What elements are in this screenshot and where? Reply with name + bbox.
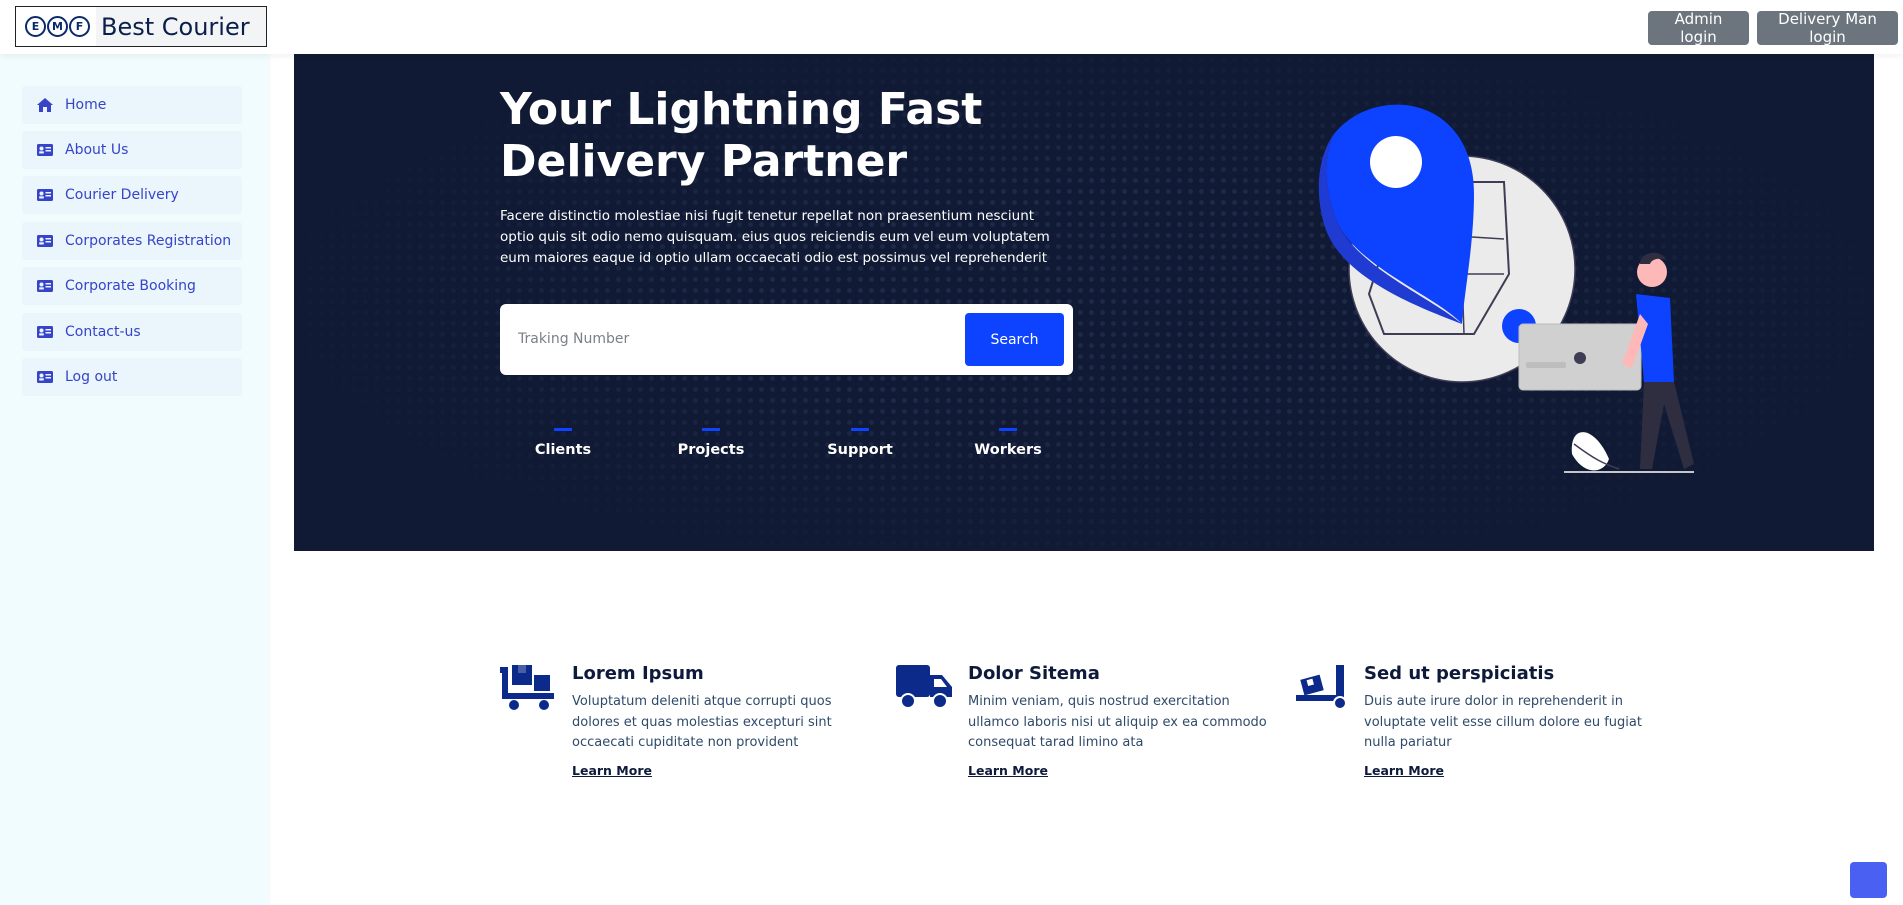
feature-body: Dolor Sitema Minim veniam, quis nostrud …: [968, 663, 1278, 779]
feature-title: Dolor Sitema: [968, 663, 1100, 684]
id-card-icon: [36, 143, 54, 157]
sidebar-item-label: Corporate Booking: [65, 278, 196, 294]
sidebar-item-label: About Us: [65, 142, 129, 158]
sidebar-item-corporates-registration[interactable]: Corporates Registration: [22, 222, 242, 260]
stat-accent-bar: [554, 428, 572, 431]
sidebar-item-label: Home: [65, 97, 107, 113]
hero-title: Your Lightning Fast Delivery Partner: [500, 84, 983, 187]
package-label: [1526, 362, 1566, 368]
sidebar-item-label: Courier Delivery: [65, 187, 179, 203]
sidebar-item-about-us[interactable]: About Us: [22, 131, 242, 169]
sidebar-item-home[interactable]: Home: [22, 86, 242, 124]
stat-accent-bar: [851, 428, 869, 431]
scroll-to-top-button[interactable]: [1850, 862, 1887, 898]
hero-description: Facere distinctio molestiae nisi fugit t…: [500, 208, 1050, 266]
stat-label: Workers: [974, 442, 1042, 458]
delivery-illustration: [1318, 104, 1694, 473]
id-card-icon: [36, 279, 54, 293]
sidebar-item-label: Contact-us: [65, 324, 141, 340]
cart-boxes-icon: [500, 665, 554, 710]
learn-more-link[interactable]: Learn More: [968, 763, 1048, 778]
home-icon: [36, 98, 54, 112]
id-card-icon: [36, 234, 54, 248]
tracking-number-input[interactable]: [518, 322, 938, 356]
pin-center-dot: [1370, 136, 1422, 188]
id-card-icon: [36, 325, 54, 339]
hero-section: Your Lightning Fast Delivery Partner Fac…: [294, 54, 1874, 551]
feature-title: Sed ut perspiciatis: [1364, 663, 1555, 684]
feature-text: Duis aute irure dolor in reprehenderit i…: [1364, 694, 1642, 750]
plant-leaf: [1571, 432, 1609, 471]
stat-workers: Workers: [953, 428, 1063, 458]
person-legs: [1640, 382, 1694, 469]
stat-accent-bar: [702, 428, 720, 431]
brand-name: Best Courier: [96, 7, 266, 46]
sidebar-item-contact-us[interactable]: Contact-us: [22, 313, 242, 351]
top-navbar: E M F Best Courier Admin login Delivery …: [0, 0, 1903, 54]
id-card-icon: [36, 370, 54, 384]
learn-more-link[interactable]: Learn More: [1364, 763, 1444, 778]
stat-support: Support: [805, 428, 915, 458]
feature-text: Minim veniam, quis nostrud exercitation …: [968, 694, 1267, 750]
sidebar-item-label: Log out: [65, 369, 118, 385]
stat-accent-bar: [999, 428, 1017, 431]
feature-text: Voluptatum deleniti atque corrupti quos …: [572, 694, 832, 750]
tracking-search-form: Search: [500, 304, 1073, 375]
stat-label: Support: [827, 442, 893, 458]
admin-login-button[interactable]: Admin login: [1648, 10, 1749, 46]
stat-label: Clients: [534, 442, 592, 458]
sidebar-item-courier-delivery[interactable]: Courier Delivery: [22, 176, 242, 214]
search-button[interactable]: Search: [965, 313, 1064, 366]
logo-letter: F: [69, 16, 90, 37]
package-dot: [1574, 352, 1586, 364]
id-card-icon: [36, 188, 54, 202]
truck-icon: [896, 665, 952, 709]
feature-body: Sed ut perspiciatis Duis aute irure dolo…: [1364, 663, 1674, 779]
sidebar-item-label: Corporates Registration: [65, 233, 232, 249]
logo-letter: E: [25, 16, 46, 37]
feature-title: Lorem Ipsum: [572, 663, 704, 684]
stat-label: Projects: [677, 442, 745, 458]
stat-clients: Clients: [508, 428, 618, 458]
sidebar-item-corporate-booking[interactable]: Corporate Booking: [22, 267, 242, 305]
emf-logo-mark: E M F: [16, 7, 96, 46]
feature-body: Lorem Ipsum Voluptatum deleniti atque co…: [572, 663, 882, 779]
logo-letter: M: [47, 16, 68, 37]
dolly-icon: [1296, 665, 1347, 710]
delivery-man-login-button[interactable]: Delivery Man login: [1757, 10, 1898, 46]
sidebar: Home About Us Courier Delivery Corporate…: [0, 54, 268, 905]
sidebar-item-log-out[interactable]: Log out: [22, 358, 242, 396]
stat-projects: Projects: [656, 428, 766, 458]
learn-more-link[interactable]: Learn More: [572, 763, 652, 778]
brand-logo[interactable]: E M F Best Courier: [15, 6, 267, 47]
